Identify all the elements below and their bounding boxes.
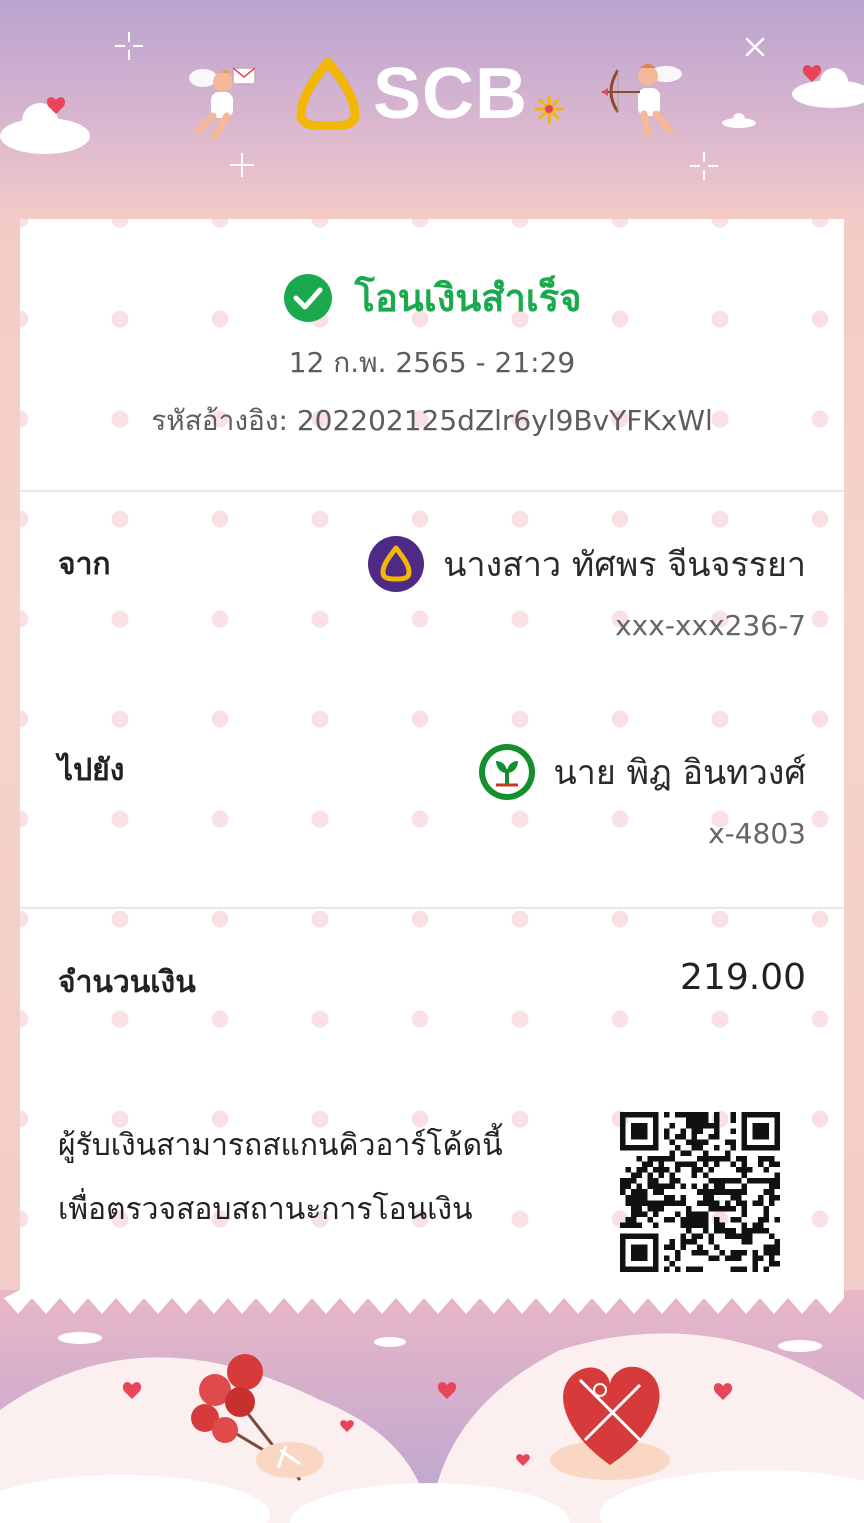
sparkle-icon (534, 94, 564, 124)
amount-value: 219.00 (680, 957, 806, 998)
scb-emblem-icon (296, 58, 360, 130)
sparkle-icon (690, 152, 718, 180)
small-cloud-decoration (722, 113, 756, 128)
check-circle-icon (283, 273, 332, 322)
cupid-right-decoration (602, 64, 682, 138)
qr-instruction: ผู้รับเงินสามารถสแกนคิวอาร์โค้ดนี้ เพื่อ… (58, 1114, 503, 1242)
sparkle-icon (115, 32, 143, 60)
sender-name: นางสาว ทัศพร จีนจรรยา (443, 545, 806, 585)
recipient-name: นาย พิฎ อินทวงศ์ (553, 753, 806, 793)
receipt-card: โอนเงินสำเร็จ 12 ก.พ. 2565 - 21:29 รหัสอ… (20, 219, 844, 1309)
qr-instruction-line2: เพื่อตรวจสอบสถานะการโอนเงิน (58, 1192, 473, 1227)
status-section: โอนเงินสำเร็จ 12 ก.พ. 2565 - 21:29 รหัสอ… (20, 219, 844, 491)
cloud-left-decoration (0, 97, 90, 154)
divider (20, 907, 844, 909)
sparkle-icon (230, 153, 254, 177)
sender: นางสาว ทัศพร จีนจรรยา (367, 535, 806, 593)
status-text: โอนเงินสำเร็จ (354, 276, 582, 320)
to-label: ไปยัง (58, 753, 125, 788)
recipient-account: x-4803 (708, 817, 806, 850)
kbank-icon (478, 744, 535, 800)
cloud-right-decoration (792, 65, 864, 108)
recipient: นาย พิฎ อินทวงศ์ (478, 743, 806, 801)
valentine-footer-decoration (0, 1290, 864, 1523)
transfer-status: โอนเงินสำเร็จ (20, 267, 844, 328)
divider (20, 490, 844, 492)
from-label: จาก (58, 547, 111, 582)
qr-instruction-line1: ผู้รับเงินสามารถสแกนคิวอาร์โค้ดนี้ (58, 1128, 503, 1163)
amount-label: จำนวนเงิน (58, 965, 196, 1000)
brand-name: SCB (373, 54, 529, 134)
header: SCB (0, 0, 864, 220)
close-icon[interactable] (742, 34, 768, 60)
qr-code[interactable] (620, 1112, 780, 1272)
sender-account: xxx-xxx236-7 (615, 609, 806, 642)
scb-logo: SCB (295, 58, 564, 130)
scb-bank-icon (368, 536, 425, 592)
reference-number: รหัสอ้างอิง: 202202125dZlr6yl9BvYFKxWl (151, 404, 713, 437)
cupid-left-decoration (189, 67, 256, 140)
transaction-datetime: 12 ก.พ. 2565 - 21:29 (288, 346, 576, 379)
